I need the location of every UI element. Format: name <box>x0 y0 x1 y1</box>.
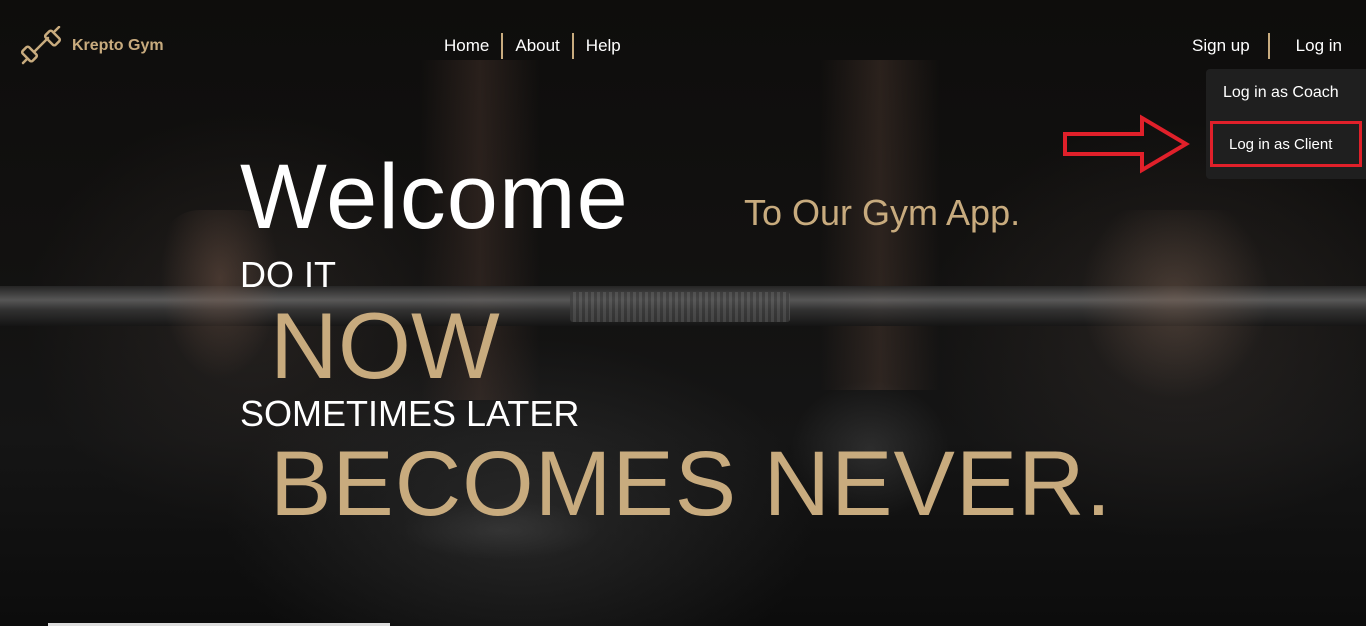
login-as-client-item[interactable]: Log in as Client <box>1210 121 1362 167</box>
login-link[interactable]: Log in <box>1270 33 1354 59</box>
auth-nav: Sign up Log in <box>1180 33 1354 59</box>
nav-home-link[interactable]: Home <box>432 33 501 59</box>
hero-line-sometimes: SOMETIMES LATER <box>240 393 580 434</box>
background-decoration <box>1080 210 1270 400</box>
nav-about-link[interactable]: About <box>503 33 571 59</box>
brand-name: Krepto Gym <box>72 37 164 54</box>
login-dropdown-menu: Log in as Coach Log in as Client <box>1206 69 1366 179</box>
hero-welcome-heading: Welcome <box>240 146 629 248</box>
signup-link[interactable]: Sign up <box>1180 33 1268 59</box>
annotation-arrow-icon <box>1063 114 1190 174</box>
hero-subtitle: To Our Gym App. <box>744 192 1021 233</box>
hero-line-now: NOW <box>270 293 500 398</box>
dumbbell-icon <box>20 26 62 65</box>
login-as-coach-item[interactable]: Log in as Coach <box>1206 73 1366 113</box>
brand-logo-link[interactable]: Krepto Gym <box>20 26 164 66</box>
main-nav: Home About Help <box>432 33 633 59</box>
hero-line-do-it: DO IT <box>240 254 336 295</box>
nav-help-link[interactable]: Help <box>574 33 633 59</box>
hero-line-becomes-never: BECOMES NEVER. <box>270 433 1113 535</box>
barbell-grip-decoration <box>570 292 790 322</box>
